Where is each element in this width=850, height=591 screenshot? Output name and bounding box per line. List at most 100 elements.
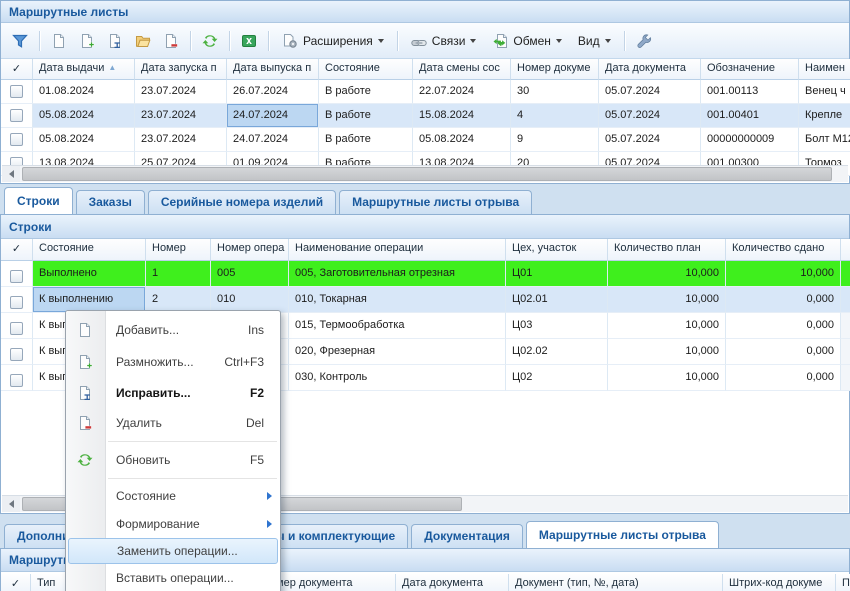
table-cell: Венец ч bbox=[799, 80, 850, 104]
delete-button[interactable] bbox=[158, 29, 184, 53]
add-button[interactable] bbox=[46, 29, 72, 53]
column-header-name[interactable]: Наимен bbox=[799, 59, 850, 80]
table-row[interactable]: 05.08.2024 23.07.2024 24.07.2024 В работ… bbox=[1, 128, 849, 152]
extensions-menu[interactable]: Расширения bbox=[275, 30, 391, 52]
column-header-document[interactable]: Документ (тип, №, дата) bbox=[509, 574, 723, 591]
column-header-release-date[interactable]: Дата выпуска п bbox=[227, 59, 319, 80]
scroll-left-button[interactable] bbox=[2, 496, 20, 512]
menu-item-delete[interactable]: Удалить Del bbox=[66, 408, 280, 438]
open-button[interactable] bbox=[130, 29, 156, 53]
column-header-barcode[interactable]: Штрих-код докуме bbox=[723, 574, 836, 591]
tab-serial-numbers[interactable]: Серийные номера изделий bbox=[148, 190, 336, 214]
table-cell: 01.08.2024 bbox=[33, 80, 135, 104]
duplicate-button[interactable] bbox=[74, 29, 100, 53]
menu-item-add[interactable]: Добавить... Ins bbox=[66, 314, 280, 346]
column-header-number[interactable]: Номер bbox=[146, 239, 211, 261]
column-header-state[interactable]: Состояние bbox=[319, 59, 413, 80]
menu-item-label: Обновить bbox=[116, 453, 170, 467]
filter-button[interactable] bbox=[7, 29, 33, 53]
view-menu[interactable]: Вид bbox=[571, 31, 618, 51]
sort-asc-icon: ▲ bbox=[108, 63, 116, 72]
toolbar-separator bbox=[624, 31, 625, 51]
table-cell: В работе bbox=[319, 128, 413, 152]
filter-icon bbox=[12, 33, 28, 49]
column-header-qty-plan[interactable]: Количество план bbox=[608, 239, 726, 261]
refresh-button[interactable] bbox=[197, 29, 223, 53]
menu-item-label: Заменить операции... bbox=[117, 544, 238, 558]
menu-item-label: Исправить... bbox=[116, 386, 191, 400]
menu-separator bbox=[108, 441, 277, 442]
column-header-launch-date[interactable]: Дата запуска п bbox=[135, 59, 227, 80]
row-checkbox[interactable] bbox=[10, 109, 23, 122]
arrow-left-icon bbox=[9, 170, 14, 178]
column-header-state[interactable]: Состояние bbox=[33, 239, 146, 261]
links-menu[interactable]: Связи bbox=[404, 30, 484, 52]
column-header-qty-done[interactable]: Количество сдано bbox=[726, 239, 841, 261]
check-column-header[interactable]: ✓ bbox=[1, 574, 31, 591]
column-header-workshop[interactable]: Цех, участок bbox=[506, 239, 608, 261]
edit-button[interactable] bbox=[102, 29, 128, 53]
row-checkbox[interactable] bbox=[10, 374, 23, 387]
tab-documentation[interactable]: Документация bbox=[411, 524, 523, 548]
tab-route-sheets-tear[interactable]: Маршрутные листы отрыва bbox=[339, 190, 532, 214]
table-row[interactable]: 01.08.2024 23.07.2024 26.07.2024 В работ… bbox=[1, 80, 849, 104]
column-header-operation-name[interactable]: Наименование операции bbox=[289, 239, 506, 261]
column-header-state-change-date[interactable]: Дата смены сос bbox=[413, 59, 511, 80]
table-cell: 010, Токарная bbox=[289, 287, 506, 313]
column-header-doc-date[interactable]: Дата документа bbox=[599, 59, 701, 80]
scroll-left-button[interactable] bbox=[2, 166, 20, 182]
table-cell: 26.07.2024 bbox=[227, 80, 319, 104]
menu-item-refresh[interactable]: Обновить F5 bbox=[66, 445, 280, 475]
menu-shortcut: Del bbox=[246, 416, 264, 430]
menu-item-formation[interactable]: Формирование bbox=[66, 510, 280, 538]
exchange-menu[interactable]: Обмен bbox=[485, 30, 569, 52]
tab-orders[interactable]: Заказы bbox=[76, 190, 145, 214]
table-cell: 0,000 bbox=[726, 365, 841, 391]
menu-shortcut: F2 bbox=[250, 386, 264, 400]
menu-item-state[interactable]: Состояние bbox=[66, 482, 280, 510]
row-checkbox[interactable] bbox=[10, 85, 23, 98]
submenu-arrow-icon bbox=[267, 520, 272, 528]
settings-button[interactable] bbox=[631, 29, 657, 53]
menu-item-replace-operations[interactable]: Заменить операции... bbox=[68, 538, 278, 564]
column-header-issue-date[interactable]: Дата выдачи▲ bbox=[33, 59, 135, 80]
table-cell bbox=[841, 287, 850, 313]
table-cell: Ц02.02 bbox=[506, 339, 608, 365]
export-excel-button[interactable] bbox=[236, 29, 262, 53]
arrow-left-icon bbox=[9, 500, 14, 508]
row-checkbox[interactable] bbox=[10, 348, 23, 361]
menu-item-duplicate[interactable]: Размножить... Ctrl+F3 bbox=[66, 346, 280, 378]
menu-item-edit[interactable]: Исправить... F2 bbox=[66, 378, 280, 408]
tab-lines[interactable]: Строки bbox=[4, 187, 73, 214]
wrench-icon bbox=[636, 33, 652, 49]
submenu-arrow-icon bbox=[267, 492, 272, 500]
column-header-doc-date[interactable]: Дата документа bbox=[396, 574, 509, 591]
table-row-selected[interactable]: 05.08.2024 23.07.2024 24.07.2024 В работ… bbox=[1, 104, 849, 128]
menu-shortcut: F5 bbox=[250, 453, 264, 467]
table-cell: В работе bbox=[319, 104, 413, 128]
scrollbar-thumb[interactable] bbox=[22, 167, 832, 181]
horizontal-scrollbar[interactable] bbox=[2, 165, 848, 182]
row-checkbox[interactable] bbox=[10, 270, 23, 283]
context-menu: Добавить... Ins Размножить... Ctrl+F3 Ис… bbox=[65, 310, 281, 591]
duplicate-document-icon bbox=[77, 354, 93, 370]
tab-route-sheets-tear-bottom[interactable]: Маршрутные листы отрыва bbox=[526, 521, 719, 548]
check-column-header[interactable]: ✓ bbox=[1, 239, 33, 261]
row-checkbox[interactable] bbox=[10, 296, 23, 309]
table-cell: 015, Термообработка bbox=[289, 313, 506, 339]
extensions-label: Расширения bbox=[303, 34, 373, 48]
menu-item-insert-operations[interactable]: Вставить операции... bbox=[66, 564, 280, 591]
toolbar-separator bbox=[229, 31, 230, 51]
row-checkbox[interactable] bbox=[10, 322, 23, 335]
column-header-doc-number[interactable]: Номер докуме bbox=[511, 59, 599, 80]
table-row-done[interactable]: Выполнено 1 005 005, Заготовительная отр… bbox=[1, 261, 849, 287]
menu-shortcut: Ctrl+F3 bbox=[224, 355, 264, 369]
column-header-designation[interactable]: Обозначение bbox=[701, 59, 799, 80]
links-label: Связи bbox=[432, 34, 466, 48]
duplicate-document-icon bbox=[79, 33, 95, 49]
column-header-belonging[interactable]: Принадлеж bbox=[836, 574, 850, 591]
table-cell: 05.08.2024 bbox=[33, 104, 135, 128]
row-checkbox[interactable] bbox=[10, 133, 23, 146]
column-header-operation-number[interactable]: Номер опера bbox=[211, 239, 289, 261]
check-column-header[interactable]: ✓ bbox=[1, 59, 33, 80]
